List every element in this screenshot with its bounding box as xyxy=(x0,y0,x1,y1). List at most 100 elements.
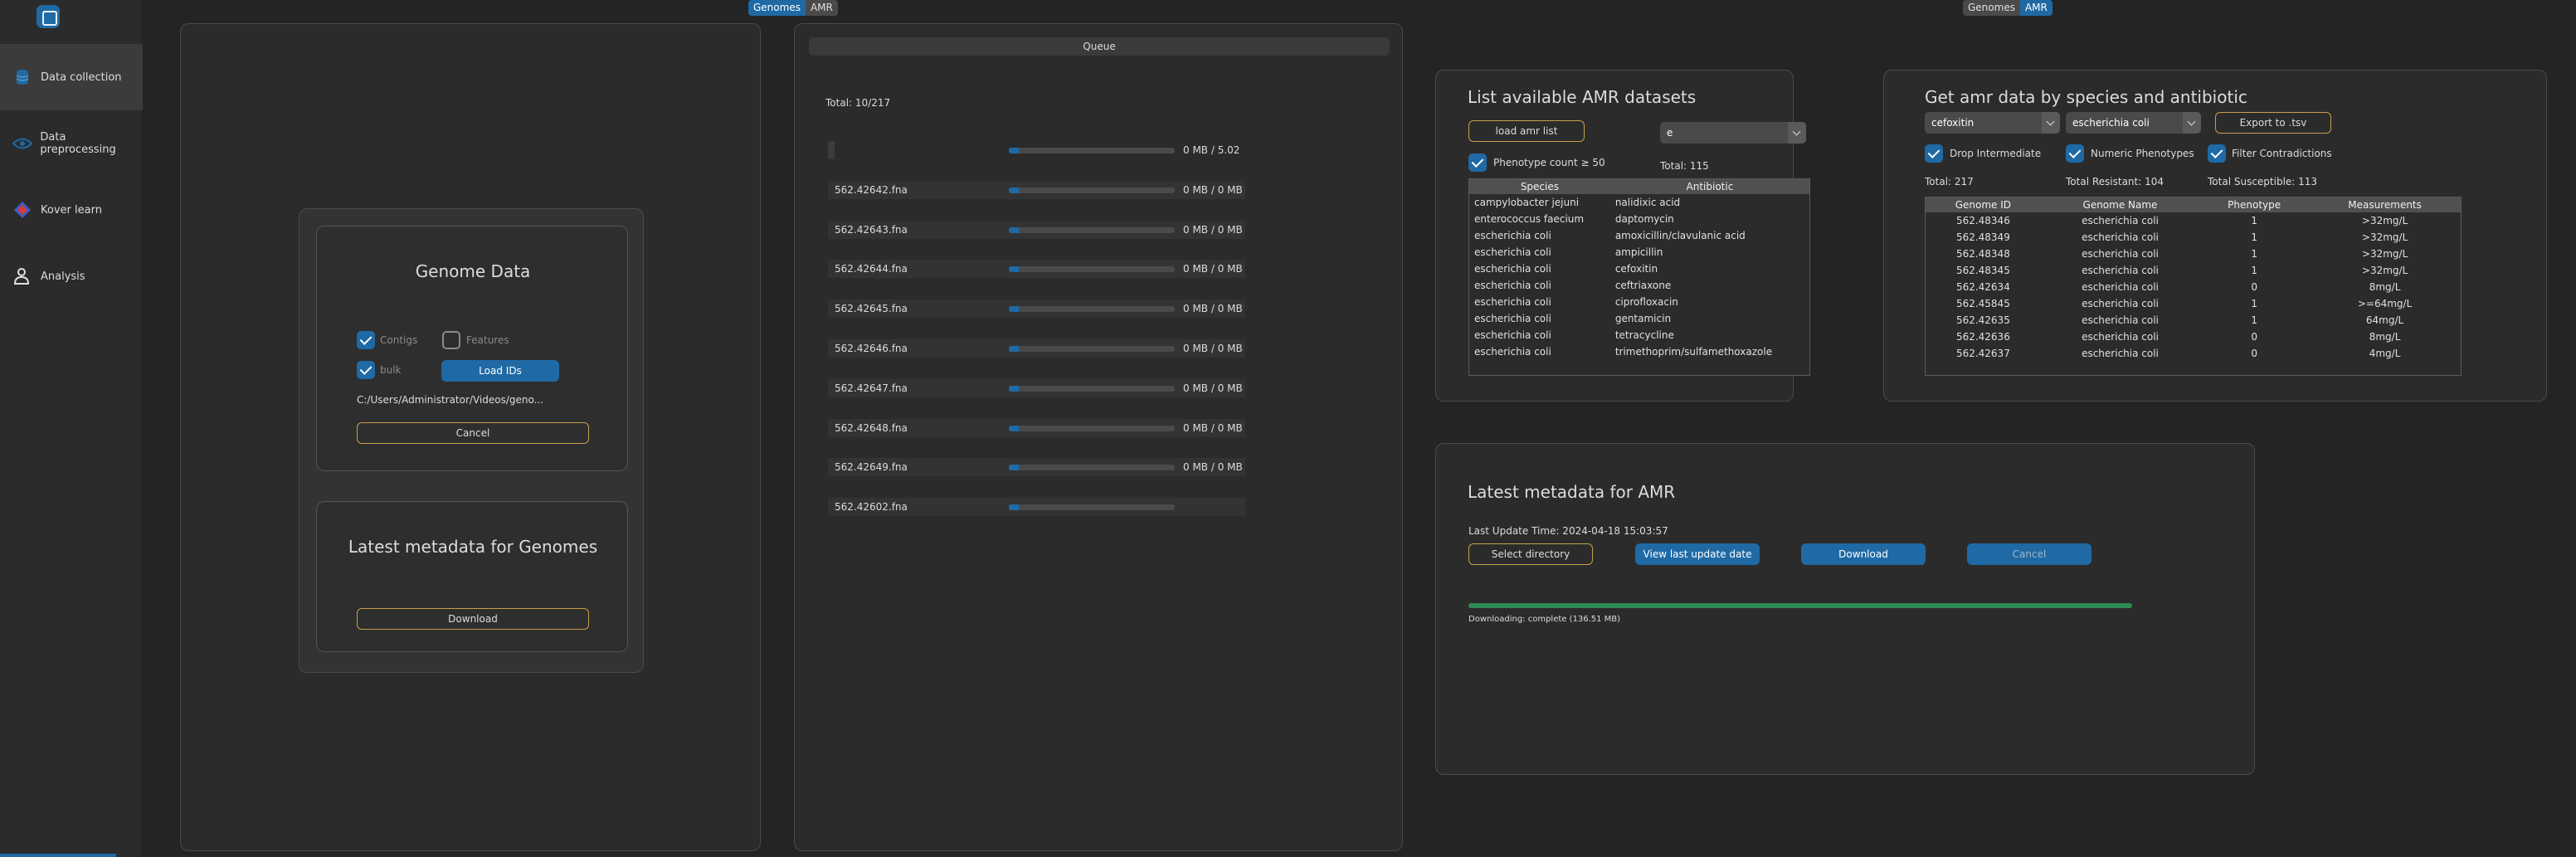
queue-file-name: 562.42647.fna xyxy=(835,382,908,394)
amr-list-total: Total: 115 xyxy=(1660,160,1709,172)
features-label: Features xyxy=(466,334,509,346)
queue-file-size: 0 MB / 0 MB xyxy=(1183,303,1243,315)
chevron-down-icon[interactable] xyxy=(2183,112,2201,134)
table-row[interactable]: 562.48348 escherichia coli 1 >32mg/L xyxy=(1926,246,2461,262)
phenotype-count-label: Phenotype count ≥ 50 xyxy=(1493,157,1605,168)
table-row[interactable]: campylobacter jejuni nalidixic acid xyxy=(1469,194,1809,211)
queue-file-name: 562.42645.fna xyxy=(835,303,908,315)
last-update-text: Last Update Time: 2024-04-18 15:03:57 xyxy=(1468,525,1668,537)
sidebar-scroll-indicator xyxy=(0,854,116,857)
queue-header: Queue xyxy=(809,37,1390,56)
queue-progress-bar xyxy=(1009,266,1175,273)
table-cell: ciprofloxacin xyxy=(1614,296,1678,308)
chevron-down-icon[interactable] xyxy=(1788,122,1806,144)
amr-download-button[interactable]: Download xyxy=(1801,543,1926,565)
table-cell: 64mg/L xyxy=(2365,314,2404,326)
table-row[interactable]: escherichia coli ciprofloxacin xyxy=(1469,294,1809,310)
tab-genomes[interactable]: Genomes xyxy=(1963,0,2020,16)
antibiotic-value: cefoxitin xyxy=(1931,117,1975,129)
sidebar-item-analysis[interactable]: Analysis xyxy=(0,243,143,309)
table-row[interactable]: 562.42636 escherichia coli 0 8mg/L xyxy=(1926,329,2461,345)
drop-intermediate-label: Drop Intermediate xyxy=(1950,148,2042,159)
queue-progress-fill xyxy=(1009,187,1019,193)
amr-list-panel: List available AMR datasets load amr lis… xyxy=(1435,70,1810,402)
queue-file-size: 0 MB / 0 MB xyxy=(1183,343,1243,354)
table-cell: ceftriaxone xyxy=(1614,280,1672,291)
table-cell: >=64mg/L xyxy=(2357,298,2413,309)
metadata-genomes-title: Latest metadata for Genomes xyxy=(348,537,598,557)
amr-filter-input[interactable]: e xyxy=(1660,122,1806,144)
queue-row: 0 MB / 5.02 xyxy=(828,141,1245,159)
table-cell: 562.42634 xyxy=(1955,281,2010,293)
table-cell: escherichia coli xyxy=(1474,296,1551,308)
table-row[interactable]: escherichia coli gentamicin xyxy=(1469,310,1809,327)
genome-path-text: C:/Users/Administrator/Videos/geno... xyxy=(357,394,544,406)
sidebar: Data collection Data preprocessing Kover… xyxy=(0,0,143,857)
table-row[interactable]: escherichia coli ceftriaxone xyxy=(1469,277,1809,294)
amr-list-title: List available AMR datasets xyxy=(1468,87,1697,107)
sidebar-item-kover-learn[interactable]: Kover learn xyxy=(0,177,143,243)
queue-file-size: 0 MB / 0 MB xyxy=(1183,223,1243,236)
table-row[interactable]: escherichia coli tetracycline xyxy=(1469,327,1809,343)
table-cell: escherichia coli xyxy=(2082,215,2159,226)
sidebar-item-label: Data collection xyxy=(41,71,122,84)
table-cell: escherichia coli xyxy=(1474,329,1551,341)
tab-amr[interactable]: AMR xyxy=(805,0,838,16)
table-cell: trimethoprim/sulfamethoxazole xyxy=(1614,346,1773,358)
app-logo-icon xyxy=(37,5,60,28)
table-row[interactable]: 562.48346 escherichia coli 1 >32mg/L xyxy=(1926,212,2461,229)
table-row[interactable]: escherichia coli amoxicillin/clavulanic a… xyxy=(1469,227,1809,244)
sidebar-item-data-preprocessing[interactable]: Data preprocessing xyxy=(0,110,143,177)
table-cell: daptomycin xyxy=(1614,213,1674,225)
queue-file-size: 0 MB / 0 MB xyxy=(1183,382,1243,394)
queue-file-size: 0 MB / 5.02 xyxy=(1183,144,1240,156)
amr-get-table: Genome ID Genome Name Phenotype Measurem… xyxy=(1925,197,2462,376)
numeric-phenotypes-checkbox[interactable] xyxy=(2066,144,2084,163)
select-directory-button[interactable]: Select directory xyxy=(1468,543,1593,565)
chevron-down-icon[interactable] xyxy=(2042,112,2060,134)
species-select[interactable]: escherichia coli xyxy=(2066,112,2201,134)
table-row[interactable]: 562.42634 escherichia coli 0 8mg/L xyxy=(1926,279,2461,295)
table-cell: 4mg/L xyxy=(2369,348,2401,359)
table-cell: escherichia coli xyxy=(1474,230,1551,241)
table-row[interactable]: escherichia coli ampicillin xyxy=(1469,244,1809,261)
tab-amr[interactable]: AMR xyxy=(2019,0,2053,16)
queue-file-name: 562.42649.fna xyxy=(835,461,908,474)
table-row[interactable]: enterococcus faecium daptomycin xyxy=(1469,211,1809,227)
bulk-checkbox[interactable] xyxy=(357,361,375,379)
table-row[interactable]: 562.42637 escherichia coli 0 4mg/L xyxy=(1926,345,2461,362)
load-amr-list-button[interactable]: load amr list xyxy=(1468,120,1585,142)
amr-cancel-button[interactable]: Cancel xyxy=(1967,543,2091,565)
table-row[interactable]: 562.48345 escherichia coli 1 >32mg/L xyxy=(1926,262,2461,279)
table-row[interactable]: escherichia coli cefoxitin xyxy=(1469,261,1809,277)
tab-genomes[interactable]: Genomes xyxy=(748,0,806,16)
table-row[interactable]: 562.45845 escherichia coli 1 >=64mg/L xyxy=(1926,295,2461,312)
column-header: Genome ID xyxy=(1926,197,2041,212)
view-last-update-button[interactable]: View last update date xyxy=(1635,543,1760,565)
sidebar-item-data-collection[interactable]: Data collection xyxy=(0,44,143,110)
metadata-genomes-download-button[interactable]: Download xyxy=(357,608,589,630)
table-cell: ampicillin xyxy=(1614,246,1663,258)
contigs-checkbox[interactable] xyxy=(357,331,375,349)
table-row[interactable]: 562.42635 escherichia coli 1 64mg/L xyxy=(1926,312,2461,329)
queue-file-name: 562.42648.fna xyxy=(835,421,908,434)
export-tsv-button[interactable]: Export to .tsv xyxy=(2215,112,2331,134)
phenotype-count-checkbox[interactable] xyxy=(1468,153,1487,172)
queue-progress-fill xyxy=(1009,385,1019,392)
genome-cancel-button[interactable]: Cancel xyxy=(357,422,589,444)
table-cell: 1 xyxy=(2251,314,2257,326)
drop-intermediate-checkbox[interactable] xyxy=(1925,144,1943,163)
filter-contradictions-checkbox[interactable] xyxy=(2208,144,2226,163)
table-cell: 562.48345 xyxy=(1955,265,2010,276)
load-ids-button[interactable]: Load IDs xyxy=(441,360,559,382)
antibiotic-select[interactable]: cefoxitin xyxy=(1925,112,2060,134)
table-row[interactable]: escherichia coli trimethoprim/sulfamethox… xyxy=(1469,343,1809,360)
table-row[interactable]: 562.48349 escherichia coli 1 >32mg/L xyxy=(1926,229,2461,246)
amr-metadata-panel: Latest metadata for AMR Last Update Time… xyxy=(1435,443,2255,775)
table-cell: 1 xyxy=(2251,231,2257,243)
amr-download-status: Downloading: complete (136.51 MB) xyxy=(1468,615,1621,624)
column-header: Antibiotic xyxy=(1609,179,1809,194)
features-checkbox[interactable] xyxy=(442,331,460,349)
queue-total: Total: 10/217 xyxy=(825,97,891,109)
table-cell: escherichia coli xyxy=(2082,331,2159,343)
